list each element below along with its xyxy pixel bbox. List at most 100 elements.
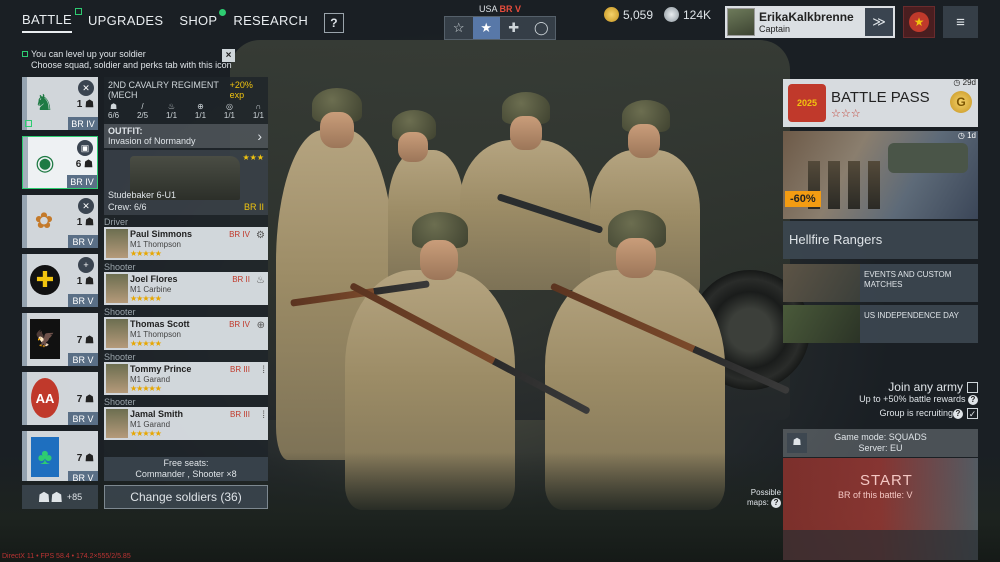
help-icon[interactable]: ? (771, 498, 782, 508)
squad-card[interactable]: ✿ ✕ 1 ☗ BR V (22, 195, 98, 248)
soldier-weapon: M1 Thompson (130, 330, 181, 339)
gold-currency[interactable]: 5,059 (604, 7, 653, 22)
gear-icon[interactable]: ⚙ (256, 230, 265, 241)
close-notice-button[interactable]: × (222, 49, 235, 62)
squads-overview-button[interactable]: ☗☗ +85 (22, 485, 98, 509)
nation-label: USA (478, 4, 497, 14)
join-any-army-row[interactable]: Join any army (840, 380, 978, 394)
rank-chevron-icon[interactable]: ≫ (865, 8, 893, 36)
squad-count: 6 ☗ (76, 159, 93, 170)
soldier-image (868, 161, 880, 209)
plus-class-icon: + (78, 257, 94, 273)
stat-fire: ♨ 1/1 (166, 102, 177, 120)
ammo-perk-icon[interactable]: ⁞ (262, 410, 265, 421)
soldier-name: Paul Simmons (130, 229, 193, 239)
outfit-selector[interactable]: OUTFIT: Invasion of Normandy › (104, 124, 268, 148)
help-icon[interactable]: ? (968, 395, 978, 405)
stat-radio: ∩ 1/1 (253, 102, 264, 120)
tab-research[interactable]: RESEARCH (233, 13, 308, 32)
br-icon-bar: ☆ ★ ✚ ◯ (444, 16, 556, 40)
squad-card[interactable]: 🦅 7 ☗ BR V (22, 313, 98, 366)
soldier-weapon: M1 Garand (130, 420, 171, 429)
achievements-button[interactable]: ★ (903, 6, 935, 38)
avatar (727, 8, 755, 36)
soldier-br: BR IV (229, 320, 250, 329)
tab-upgrades[interactable]: UPGRADES (88, 13, 163, 32)
crest-emblem-icon: ✿ (34, 208, 54, 233)
help-button[interactable]: ? (324, 12, 345, 33)
squad-card[interactable]: ♞ ✕ 1 ☗ BR IV (22, 77, 98, 130)
ammo-perk-icon[interactable]: ⁞ (262, 365, 265, 376)
independence-day-card[interactable]: US INDEPENDENCE DAY (783, 305, 978, 343)
squad-br: BR V (68, 235, 98, 248)
silver-amount: 124K (683, 7, 712, 22)
stat-medic: ⊕ 1/1 (195, 102, 206, 120)
top-nav: BATTLE UPGRADES SHOP RESEARCH ? (22, 8, 345, 33)
squad-card-strip (22, 431, 27, 481)
soldier-stars: ★★★★★ (130, 384, 162, 393)
hellfire-rangers-banner[interactable]: Hellfire Rangers (783, 221, 978, 259)
flame-perk-icon[interactable]: ♨ (256, 275, 265, 286)
game-mode-panel[interactable]: ☗ Game mode: SQUADS Server: EU (783, 429, 978, 457)
change-soldiers-button[interactable]: Change soldiers (36) (104, 485, 268, 509)
tab-shop-label: SHOP (179, 13, 218, 28)
battle-pass-days: 29d (962, 78, 976, 87)
independence-line1: US INDEPENDENCE DAY (864, 311, 959, 320)
menu-button[interactable]: ≡ (943, 6, 978, 38)
tab-upgrades-label: UPGRADES (87, 13, 164, 28)
events-thumbnail (783, 264, 860, 302)
people-icon: ☗ (109, 102, 118, 111)
squad-card[interactable]: ♣ 7 ☗ BR V (22, 431, 98, 481)
soldier-stars: ★★★★★ (130, 429, 162, 438)
soldier-role: Shooter (104, 262, 136, 272)
star-filled-icon[interactable]: ★ (472, 17, 500, 39)
vehicle-crew: Crew: 6/6 (108, 202, 147, 212)
soldier-row[interactable]: Paul Simmons M1 Thompson ★★★★★ BR IV ⚙ (104, 227, 268, 260)
squad-card[interactable]: ✚ + 1 ☗ BR V (22, 254, 98, 307)
medic-perk-icon[interactable]: ⊕ (257, 320, 265, 331)
battle-pass-card[interactable]: 2025 BATTLE PASS ☆☆☆ G ◷ 29d (783, 78, 978, 127)
soldier-row[interactable]: Jamal Smith M1 Garand ★★★★★ BR III ⁞ (104, 407, 268, 440)
join-any-army-checkbox[interactable] (967, 382, 978, 394)
soldier-role: Shooter (104, 352, 136, 362)
rewards-row: Up to +50% battle rewards ? (840, 394, 978, 405)
squad-count-value: 7 (76, 394, 83, 405)
face (628, 124, 660, 158)
soldier-name: Tommy Prince (130, 364, 192, 374)
level-up-icon (25, 120, 32, 127)
recruit-checkbox[interactable]: ✓ (967, 408, 978, 420)
tab-battle[interactable]: BATTLE (22, 8, 82, 33)
cross-icon[interactable]: ✚ (500, 17, 528, 39)
airborne-aa-emblem-icon: AA (31, 378, 59, 418)
start-button[interactable]: START BR of this battle: V (783, 458, 978, 560)
possible-maps: Possible maps: ? (747, 488, 782, 508)
silver-currency[interactable]: 124K (664, 7, 711, 22)
tab-shop[interactable]: SHOP (179, 9, 227, 32)
events-card[interactable]: EVENTS AND CUSTOM MATCHES (783, 264, 978, 302)
soldier-row[interactable]: Joel Flores M1 Carbine ★★★★★ BR II ♨ (104, 272, 268, 305)
soldier-role: Shooter (104, 397, 136, 407)
squad-card[interactable]: AA 7 ☗ BR V (22, 372, 98, 425)
sale-offer-card[interactable]: -60% ◷ 1d (783, 131, 978, 219)
vehicle-card[interactable]: ★★★ Studebaker 6-U1 Crew: 6/6 BR II (104, 150, 268, 215)
circle-icon[interactable]: ◯ (528, 17, 556, 39)
game-mode-label: Game mode: SQUADS (834, 432, 927, 442)
vehicle-stars: ★★★ (242, 153, 264, 162)
squad-card-strip (22, 372, 27, 425)
squad-card-selected[interactable]: ◉ ▣ 6 ☗ BR IV (22, 136, 98, 189)
chevron-right-icon: › (257, 128, 262, 144)
star-outline-icon[interactable]: ☆ (445, 17, 473, 39)
help-icon[interactable]: ? (953, 409, 963, 419)
person-icon: ☗ (85, 453, 94, 464)
squad-count: 7 ☗ (77, 394, 94, 405)
stat-value: 6/6 (108, 111, 120, 120)
squad-br: BR V (68, 353, 98, 366)
soldier-weapon: M1 Garand (130, 375, 171, 384)
squad-count: 7 ☗ (77, 453, 94, 464)
soldier-row[interactable]: Thomas Scott M1 Thompson ★★★★★ BR IV ⊕ (104, 317, 268, 350)
battle-pass-title: BATTLE PASS (831, 89, 930, 106)
soldier-row[interactable]: Tommy Prince M1 Garand ★★★★★ BR III ⁞ (104, 362, 268, 395)
face (420, 240, 458, 280)
soldier-figure (460, 140, 590, 290)
stat-value: 1/1 (223, 111, 235, 120)
